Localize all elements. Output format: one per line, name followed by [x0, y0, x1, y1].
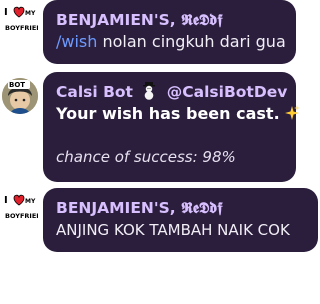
- message-text: ANJING KOK TAMBAH NAIK COK: [56, 221, 290, 239]
- chat-message-2: BOT Calsi Bot @CalsiBotDev Your wish has…: [0, 72, 320, 182]
- message-text-content: nolan cingkuh dari gua: [97, 32, 286, 51]
- chat-message-3: I MY BOYFRIEND BENJAMIEN'S, 𝕽𝖊𝕯𝖉𝖋 ANJING…: [0, 188, 320, 252]
- chat-message-1: I MY BOYFRIEND BENJAMIEN'S, 𝕽𝖊𝕯𝖉𝖋 /wish …: [0, 0, 320, 64]
- user-avatar[interactable]: I MY BOYFRIEND: [2, 192, 38, 228]
- svg-text:MY: MY: [25, 198, 36, 205]
- snowman-icon: [143, 82, 156, 100]
- message-author[interactable]: BENJAMIEN'S, 𝕽𝖊𝕯𝖉𝖋: [56, 197, 305, 219]
- message-bubble: BENJAMIEN'S, 𝕽𝖊𝕯𝖉𝖋 ANJING KOK TAMBAH NAI…: [43, 188, 318, 252]
- bot-avatar[interactable]: BOT: [2, 78, 38, 114]
- sparkles-icon: [284, 105, 300, 120]
- bot-badge: BOT: [9, 81, 26, 89]
- message-bubble: Calsi Bot @CalsiBotDev Your wish has bee…: [43, 72, 300, 182]
- success-chance-text: chance of success: 98%: [56, 148, 236, 166]
- user-avatar[interactable]: I MY BOYFRIEND: [2, 4, 38, 40]
- message-bubble: BENJAMIEN'S, 𝕽𝖊𝕯𝖉𝖋 /wish nolan cingkuh d…: [43, 0, 296, 64]
- heart-boyfriend-avatar-icon: I MY BOYFRIEND: [4, 194, 38, 221]
- message-author[interactable]: BENJAMIEN'S, 𝕽𝖊𝕯𝖉𝖋: [56, 9, 283, 31]
- slash-command[interactable]: /wish: [56, 32, 97, 51]
- message-author: Calsi Bot @CalsiBotDev: [56, 81, 287, 103]
- message-text: /wish nolan cingkuh dari gua: [56, 31, 286, 53]
- wish-result-text: Your wish has been cast.: [56, 103, 300, 125]
- bot-handle[interactable]: @CalsiBotDev: [167, 83, 288, 101]
- svg-text:BOYFRIEND: BOYFRIEND: [5, 24, 38, 32]
- svg-text:I: I: [4, 7, 8, 18]
- svg-text:MY: MY: [25, 10, 36, 17]
- bot-name[interactable]: Calsi Bot: [56, 83, 133, 101]
- heart-boyfriend-avatar-icon: I MY BOYFRIEND: [4, 6, 38, 33]
- svg-text:I: I: [4, 195, 8, 206]
- svg-text:BOYFRIEND: BOYFRIEND: [5, 212, 38, 220]
- wish-result-label: Your wish has been cast.: [56, 104, 280, 123]
